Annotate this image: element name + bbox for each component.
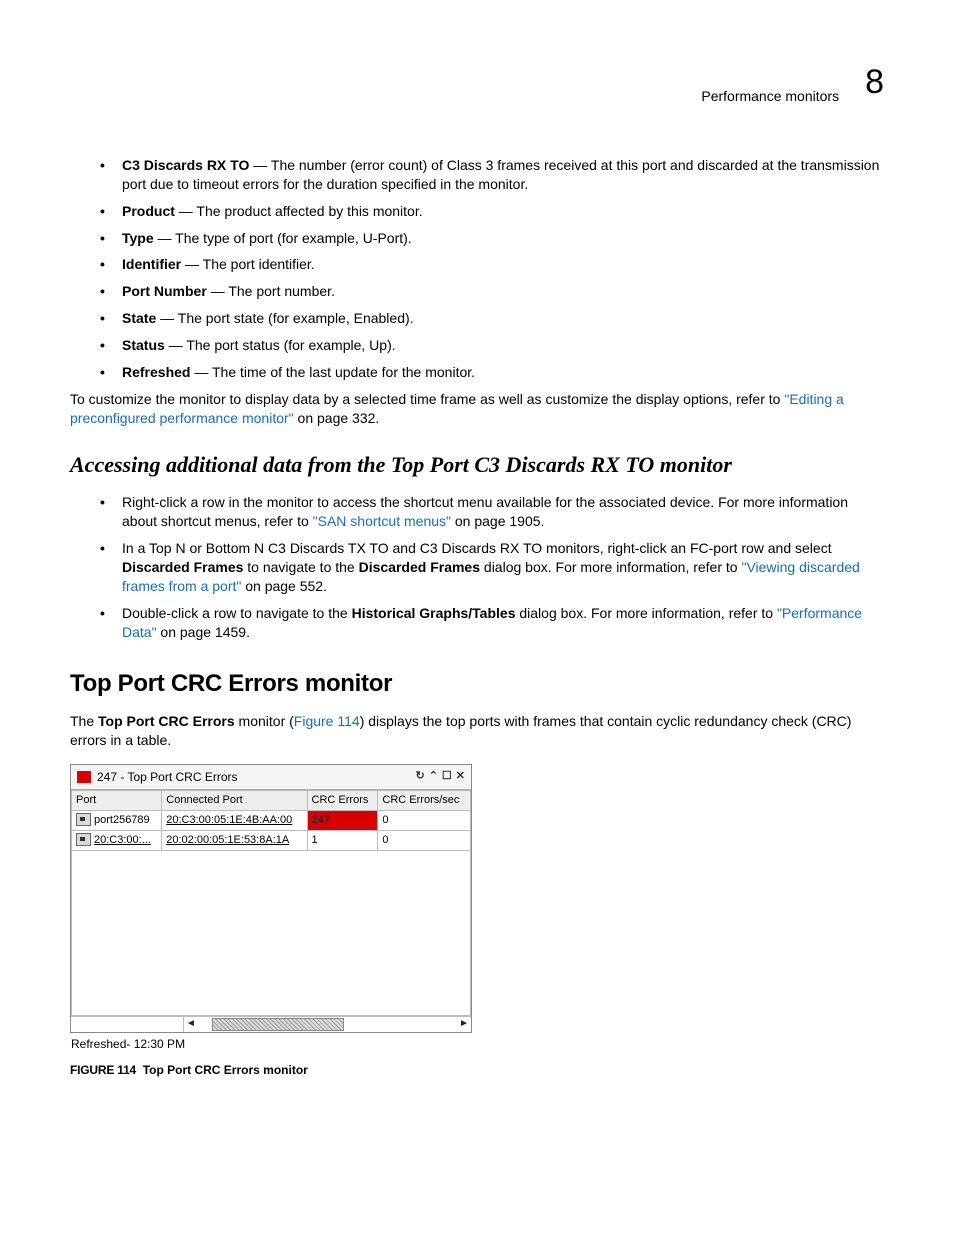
definition: — The port state (for example, Enabled).	[156, 310, 413, 326]
text: on page 332.	[294, 410, 380, 426]
scrollbar-spacer	[71, 1017, 184, 1032]
collapse-icon[interactable]: ⌃	[429, 769, 438, 784]
scroll-right-icon[interactable]: ►	[457, 1017, 471, 1032]
bold-text: Discarded Frames	[359, 559, 480, 575]
cell-crc-errors: 1	[307, 830, 378, 850]
link-figure-114[interactable]: Figure 114	[294, 713, 360, 729]
term: C3 Discards RX TO	[122, 157, 249, 173]
bold-text: Historical Graphs/Tables	[352, 605, 516, 621]
text: on page 1459.	[157, 624, 250, 640]
cell-crc-errors-sec: 0	[378, 810, 471, 830]
heading-top-port-crc-errors: Top Port CRC Errors monitor	[70, 668, 884, 700]
col-crc-errors-sec[interactable]: CRC Errors/sec	[378, 790, 471, 810]
definition: — The type of port (for example, U-Port)…	[154, 230, 412, 246]
cell-port: port256789	[72, 810, 162, 830]
cell-crc-errors: 247	[307, 810, 378, 830]
term: Refreshed	[122, 364, 190, 380]
list-item: State — The port state (for example, Ena…	[100, 309, 884, 328]
definition: — The port number.	[207, 283, 335, 299]
list-item: Refreshed — The time of the last update …	[100, 363, 884, 382]
list-item: Status — The port status (for example, U…	[100, 336, 884, 355]
list-item: Type — The type of port (for example, U-…	[100, 229, 884, 248]
port-icon	[76, 813, 91, 826]
refresh-icon[interactable]: ↻	[415, 769, 424, 784]
definition: — The time of the last update for the mo…	[190, 364, 475, 380]
text: dialog box. For more information, refer …	[515, 605, 776, 621]
term: Port Number	[122, 283, 207, 299]
text: monitor (	[235, 713, 294, 729]
heading-accessing-additional-data: Accessing additional data from the Top P…	[70, 450, 884, 480]
port-label: port256789	[94, 814, 150, 826]
list-item: Identifier — The port identifier.	[100, 255, 884, 274]
col-connected-port[interactable]: Connected Port	[162, 790, 307, 810]
wwn-link[interactable]: 20:C3:00:05:1E:4B:AA:00	[166, 814, 292, 826]
list-item: Right-click a row in the monitor to acce…	[100, 493, 884, 531]
port-icon	[76, 833, 91, 846]
term: Status	[122, 337, 165, 353]
table-row[interactable]: port256789 20:C3:00:05:1E:4B:AA:00 247 0	[72, 810, 471, 830]
text: to navigate to the	[243, 559, 358, 575]
page-header-title: Performance monitors	[701, 87, 839, 106]
term: Identifier	[122, 256, 181, 272]
monitor-titlebar: 247 - Top Port CRC Errors ↻ ⌃ ☐ ✕	[71, 765, 471, 790]
figure-caption: FIGURE 114 Top Port CRC Errors monitor	[70, 1062, 884, 1078]
text: on page 1905.	[451, 513, 544, 529]
cell-connected-port: 20:02:00:05:1E:53:8A:1A	[162, 830, 307, 850]
cell-connected-port: 20:C3:00:05:1E:4B:AA:00	[162, 810, 307, 830]
wwn-link[interactable]: 20:02:00:05:1E:53:8A:1A	[166, 834, 289, 846]
cell-crc-errors-sec: 0	[378, 830, 471, 850]
definition: — The port status (for example, Up).	[165, 337, 396, 353]
port-link[interactable]: 20:C3:00:...	[94, 834, 151, 846]
list-item: C3 Discards RX TO — The number (error co…	[100, 156, 884, 194]
text: The	[70, 713, 98, 729]
term: Type	[122, 230, 154, 246]
chapter-number: 8	[865, 60, 884, 106]
term: State	[122, 310, 156, 326]
link-san-shortcut-menus[interactable]: "SAN shortcut menus"	[313, 513, 451, 529]
access-list: Right-click a row in the monitor to acce…	[100, 493, 884, 641]
col-crc-errors[interactable]: CRC Errors	[307, 790, 378, 810]
bold-text: Discarded Frames	[122, 559, 243, 575]
text: Double-click a row to navigate to the	[122, 605, 352, 621]
figure-title: Top Port CRC Errors monitor	[143, 1063, 308, 1077]
list-item: Product — The product affected by this m…	[100, 202, 884, 221]
text: To customize the monitor to display data…	[70, 391, 784, 407]
definition: — The product affected by this monitor.	[175, 203, 423, 219]
table-header-row: Port Connected Port CRC Errors CRC Error…	[72, 790, 471, 810]
cell-port: 20:C3:00:...	[72, 830, 162, 850]
list-item: Double-click a row to navigate to the Hi…	[100, 604, 884, 642]
figure-number: FIGURE 114	[70, 1063, 136, 1077]
horizontal-scrollbar[interactable]: ◄ ►	[71, 1016, 471, 1032]
definition-list: C3 Discards RX TO — The number (error co…	[100, 156, 884, 382]
color-swatch-icon	[77, 771, 91, 783]
scroll-left-icon[interactable]: ◄	[184, 1017, 198, 1032]
term: Product	[122, 203, 175, 219]
text: on page 552.	[241, 578, 327, 594]
monitor-table: Port Connected Port CRC Errors CRC Error…	[71, 790, 471, 1016]
customize-paragraph: To customize the monitor to display data…	[70, 390, 884, 428]
definition: — The port identifier.	[181, 256, 315, 272]
scrollbar-thumb[interactable]	[212, 1018, 344, 1031]
text: dialog box. For more information, refer …	[480, 559, 741, 575]
refreshed-label: Refreshed- 12:30 PM	[70, 1033, 884, 1052]
monitor-panel: 247 - Top Port CRC Errors ↻ ⌃ ☐ ✕ Port C…	[70, 764, 472, 1033]
col-port[interactable]: Port	[72, 790, 162, 810]
top-port-paragraph: The Top Port CRC Errors monitor (Figure …	[70, 712, 884, 750]
bold-text: Top Port CRC Errors	[98, 713, 235, 729]
scrollbar-track[interactable]	[198, 1017, 457, 1032]
close-icon[interactable]: ✕	[456, 769, 465, 784]
list-item: Port Number — The port number.	[100, 282, 884, 301]
text: In a Top N or Bottom N C3 Discards TX TO…	[122, 540, 832, 556]
table-row[interactable]: 20:C3:00:... 20:02:00:05:1E:53:8A:1A 1 0	[72, 830, 471, 850]
maximize-icon[interactable]: ☐	[442, 769, 452, 784]
table-empty-area	[72, 850, 471, 1015]
monitor-title: 247 - Top Port CRC Errors	[97, 769, 238, 785]
list-item: In a Top N or Bottom N C3 Discards TX TO…	[100, 539, 884, 596]
